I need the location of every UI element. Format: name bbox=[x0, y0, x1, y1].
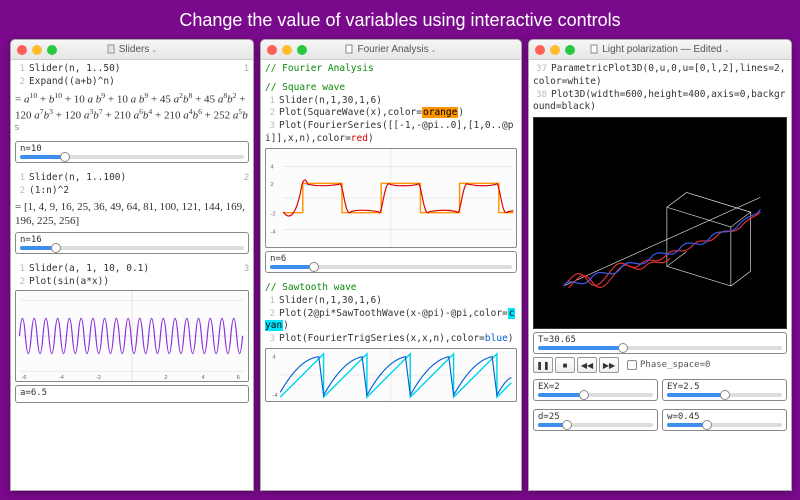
forward-button[interactable]: ▶▶ bbox=[599, 357, 619, 373]
svg-text:-6: -6 bbox=[21, 375, 26, 381]
close-icon[interactable] bbox=[535, 45, 545, 55]
slider-n[interactable]: n=10 bbox=[15, 141, 249, 163]
zoom-icon[interactable] bbox=[565, 45, 575, 55]
code-line[interactable]: Expand((a+b)^n) bbox=[29, 76, 115, 87]
close-icon[interactable] bbox=[17, 45, 27, 55]
titlebar[interactable]: Light polarization — Edited⌄ bbox=[529, 40, 791, 60]
zoom-icon[interactable] bbox=[297, 45, 307, 55]
square-wave-plot: 4 2 -2 -4 bbox=[265, 148, 517, 248]
rewind-button[interactable]: ◀◀ bbox=[577, 357, 597, 373]
svg-text:4: 4 bbox=[273, 355, 277, 361]
result-output: = [1, 4, 9, 16, 25, 36, 49, 64, 81, 100,… bbox=[15, 200, 249, 229]
doc-icon bbox=[107, 44, 117, 54]
minimize-icon[interactable] bbox=[550, 45, 560, 55]
code-line[interactable]: Plot(FourierSeries([[-1,-@pi..0],[1,0..@… bbox=[265, 120, 514, 144]
code-line[interactable]: Plot(2@pi*SawToothWave(x-@pi)-@pi,color=… bbox=[265, 308, 515, 332]
slider-track[interactable] bbox=[20, 246, 244, 250]
svg-text:-4: -4 bbox=[273, 393, 279, 399]
window-light-polarization: Light polarization — Edited⌄ 37Parametri… bbox=[528, 39, 792, 491]
svg-text:-2: -2 bbox=[270, 212, 275, 218]
sine-plot: -6 -4 -2 2 4 6 bbox=[15, 290, 249, 382]
window-sliders: Sliders⌄ 1 1Slider(n, 1..50) 2Expand((a+… bbox=[10, 39, 254, 491]
window-fourier: Fourier Analysis⌄ // Fourier Analysis //… bbox=[260, 39, 522, 491]
svg-text:2: 2 bbox=[270, 182, 273, 188]
cell-number: 1 bbox=[244, 63, 249, 73]
code-line[interactable]: Slider(n,1,30,1,6) bbox=[279, 95, 382, 106]
doc-icon bbox=[590, 44, 600, 54]
zoom-icon[interactable] bbox=[47, 45, 57, 55]
code-line[interactable]: Slider(n, 1..50) bbox=[29, 63, 121, 74]
comment: // Sawtooth wave bbox=[265, 282, 517, 295]
code-line[interactable]: (1:n)^2 bbox=[29, 185, 69, 196]
code-line[interactable]: Slider(n, 1..100) bbox=[29, 172, 126, 183]
titlebar[interactable]: Sliders⌄ bbox=[11, 40, 253, 60]
svg-text:-2: -2 bbox=[96, 375, 101, 381]
phase-space-checkbox[interactable]: Phase_space=0 bbox=[627, 360, 710, 370]
slider-ey[interactable]: EY=2.5 bbox=[662, 379, 787, 401]
code-line[interactable]: Slider(n,1,30,1,6) bbox=[279, 295, 382, 306]
slider-track[interactable] bbox=[270, 265, 512, 269]
slider-t[interactable]: T=30.65 bbox=[533, 332, 787, 354]
code-line[interactable]: Plot3D(width=600,height=400,axis=0,backg… bbox=[533, 89, 786, 113]
desktop: Sliders⌄ 1 1Slider(n, 1..50) 2Expand((a+… bbox=[0, 39, 800, 491]
slider-n[interactable]: n=16 bbox=[15, 232, 249, 254]
slider-track[interactable] bbox=[667, 423, 782, 427]
slider-track[interactable] bbox=[538, 393, 653, 397]
svg-text:4: 4 bbox=[201, 375, 205, 381]
comment: // Square wave bbox=[265, 82, 517, 95]
svg-text:6: 6 bbox=[237, 375, 240, 381]
result-output: = a10 + b10 + 10 a b9 + 10 a b9 + 45 a2b… bbox=[15, 91, 249, 139]
slider-track[interactable] bbox=[538, 423, 653, 427]
comment: // Fourier Analysis bbox=[265, 63, 517, 76]
slider-d[interactable]: d=25 bbox=[533, 409, 658, 431]
slider-track[interactable] bbox=[667, 393, 782, 397]
code-line[interactable]: Plot(sin(a*x)) bbox=[29, 276, 109, 287]
svg-text:-4: -4 bbox=[59, 375, 65, 381]
sawtooth-plot: 4 -4 bbox=[265, 348, 517, 402]
doc-icon bbox=[345, 44, 355, 54]
code-line[interactable]: Plot(SquareWave(x),color=orange) bbox=[279, 107, 464, 118]
banner-text: Change the value of variables using inte… bbox=[0, 0, 800, 39]
code-line[interactable]: Slider(a, 1, 10, 0.1) bbox=[29, 263, 149, 274]
svg-text:2: 2 bbox=[164, 375, 167, 381]
close-icon[interactable] bbox=[267, 45, 277, 55]
slider-track[interactable] bbox=[20, 155, 244, 159]
code-line[interactable]: ParametricPlot3D(0,u,0,u=[0,l,2],lines=2… bbox=[533, 63, 786, 87]
cell-number: 2 bbox=[244, 172, 249, 182]
code-line[interactable]: Plot(FourierTrigSeries(x,x,n),color=blue… bbox=[279, 333, 514, 344]
pause-button[interactable]: ❚❚ bbox=[533, 357, 553, 373]
titlebar[interactable]: Fourier Analysis⌄ bbox=[261, 40, 521, 60]
cell-number: 3 bbox=[244, 263, 249, 273]
slider-track[interactable] bbox=[538, 346, 782, 350]
slider-w[interactable]: w=0.45 bbox=[662, 409, 787, 431]
svg-text:4: 4 bbox=[270, 164, 274, 170]
minimize-icon[interactable] bbox=[32, 45, 42, 55]
minimize-icon[interactable] bbox=[282, 45, 292, 55]
slider-n[interactable]: n=6 bbox=[265, 251, 517, 273]
stop-button[interactable]: ■ bbox=[555, 357, 575, 373]
svg-text:-4: -4 bbox=[270, 229, 276, 235]
slider-a[interactable]: a=6.5 bbox=[15, 385, 249, 403]
plot3d-canvas[interactable] bbox=[533, 117, 787, 329]
slider-ex[interactable]: EX=2 bbox=[533, 379, 658, 401]
